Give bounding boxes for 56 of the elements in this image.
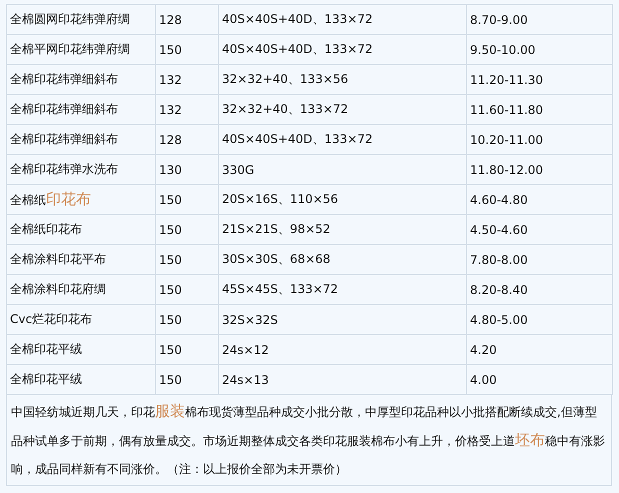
- table-cell: 132: [156, 64, 218, 94]
- table-cell: 全棉平网印花纬弹府绸: [6, 34, 156, 64]
- table-cell: 150: [156, 304, 218, 334]
- table-cell: 4.80-5.00: [466, 304, 612, 334]
- table-cell: 10.20-11.00: [466, 124, 612, 154]
- table-cell: 4.20: [466, 334, 612, 364]
- table-cell: 全棉涂料印花平布: [6, 244, 156, 274]
- note-paragraph: 中国轻纺城近期几天，印花服装棉布现货薄型品种成交小批分散，中厚型印花品种以小批搭配断续成交,但薄型品种试单多于前期，偶有放量成交。市场近期整体成交各类印花服装棉布小有上升，价格受上道坯布稳中有涨影响，成品同样新有不同涨价。（注：以上报价全部为未开票价）: [6, 394, 612, 486]
- table-cell: 128: [156, 4, 218, 34]
- table-cell: 150: [156, 334, 218, 364]
- table-cell: 4.50-4.60: [466, 214, 612, 244]
- table-cell: 4.60-4.80: [466, 184, 612, 214]
- table-cell: 330G: [218, 154, 466, 184]
- table-cell: Cvc烂花印花布: [6, 304, 156, 334]
- link[interactable]: 印花布: [46, 190, 91, 208]
- table-cell: 20S×16S、110×56: [218, 184, 466, 214]
- table-cell: 24s×13: [218, 364, 466, 394]
- table-cell: 11.60-11.80: [466, 94, 612, 124]
- table-cell: 32×32+40、133×56: [218, 64, 466, 94]
- table-cell: 150: [156, 34, 218, 64]
- table-cell: 24s×12: [218, 334, 466, 364]
- table-cell: 32S×32S: [218, 304, 466, 334]
- table-cell: 30S×30S、68×68: [218, 244, 466, 274]
- table-cell: 130: [156, 154, 218, 184]
- table-cell: 40S×40S+40D、133×72: [218, 124, 466, 154]
- table-cell: 132: [156, 94, 218, 124]
- table-cell: 全棉纸印花布: [6, 214, 156, 244]
- table-cell: 150: [156, 184, 218, 214]
- table-cell: 全棉印花纬弹细斜布: [6, 94, 156, 124]
- table-cell: 21S×21S、98×52: [218, 214, 466, 244]
- table-cell: 128: [156, 124, 218, 154]
- table-cell: 全棉印花平绒: [6, 334, 156, 364]
- link[interactable]: 坯布: [515, 431, 545, 449]
- table-cell: 40S×40S+40D、133×72: [218, 4, 466, 34]
- table-cell: 全棉纸: [10, 193, 46, 207]
- table-cell: 4.00: [466, 364, 612, 394]
- table-cell: 11.20-11.30: [466, 64, 612, 94]
- link[interactable]: 服装: [155, 402, 185, 420]
- table-cell: 7.80-8.00: [466, 244, 612, 274]
- table-cell: 150: [156, 274, 218, 304]
- table-cell: 全棉印花纬弹细斜布: [6, 64, 156, 94]
- table-cell: 32×32+40、133×72: [218, 94, 466, 124]
- table-cell: 全棉印花平绒: [6, 364, 156, 394]
- table-cell: 11.80-12.00: [466, 154, 612, 184]
- table-cell: 40S×40S+40D、133×72: [218, 34, 466, 64]
- table-cell: 全棉涂料印花府绸: [6, 274, 156, 304]
- table-cell: 150: [156, 214, 218, 244]
- table-cell: 150: [156, 244, 218, 274]
- table-cell: 全棉印花纬弹水洗布: [6, 154, 156, 184]
- table-cell: 8.70-9.00: [466, 4, 612, 34]
- table-cell: 全棉圆网印花纬弹府绸: [6, 4, 156, 34]
- table-cell: 150: [156, 364, 218, 394]
- table-cell: 8.20-8.40: [466, 274, 612, 304]
- table-cell: 全棉印花纬弹细斜布: [6, 124, 156, 154]
- table-cell: 45S×45S、133×72: [218, 274, 466, 304]
- table-cell: 9.50-10.00: [466, 34, 612, 64]
